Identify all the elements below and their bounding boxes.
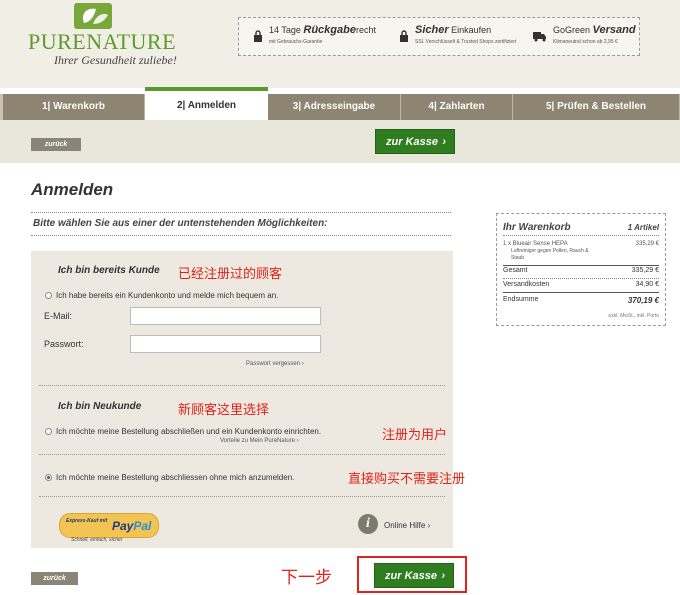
cart-tax-note: exkl. MwSt., inkl. Porto [608, 313, 659, 319]
new-customer-heading: Ich bin Neukunde [58, 401, 142, 412]
existing-customer-heading: Ich bin bereits Kunde [58, 265, 160, 276]
radio-icon[interactable] [45, 428, 52, 435]
email-label: E-Mail: [44, 311, 73, 321]
cart-summary: Ihr Warenkorb 1 Artikel 1 x Blueair Sens… [496, 213, 666, 326]
password-label: Passwort: [44, 339, 84, 349]
logo-text[interactable]: PURENATURE [28, 29, 176, 55]
back-button-bottom[interactable]: zurück [31, 572, 78, 585]
tab-pruefen-bestellen[interactable]: 5| Prüfen & Bestellen [513, 94, 680, 120]
lock-icon [254, 30, 262, 42]
radio-guest[interactable]: Ich möchte meine Bestellung abschliessen… [45, 473, 294, 482]
online-help-link[interactable]: Online Hilfe › [384, 521, 430, 530]
section-divider [39, 454, 445, 455]
password-field[interactable] [130, 335, 321, 353]
tab-adresseingabe[interactable]: 3| Adresseingabe [268, 94, 401, 120]
login-options-panel: Ich bin bereits Kunde 已经注册过的顾客 Ich habe … [31, 251, 465, 548]
checkout-button-bottom[interactable]: zur Kasse › [374, 563, 454, 588]
cart-item-desc: Luftreiniger gegen Pollen, Rauch & Staub [511, 248, 589, 261]
instruction-text: Bitte wählen Sie aus einer der untensteh… [31, 212, 451, 236]
cart-row-versand: Versandkosten 34,90 € [503, 281, 659, 288]
forgot-password-link[interactable]: Passwort vergessen › [246, 361, 304, 367]
arrow-right-icon: › [441, 570, 445, 582]
tab-zahlarten[interactable]: 4| Zahlarten [401, 94, 513, 120]
trust-item-shipping: GoGreen Versand Klimaneutral schon ab 2,… [533, 24, 637, 52]
leaf-logo-icon[interactable] [74, 3, 112, 29]
annotation-next-step: 下一步 [281, 568, 332, 588]
radio-selected-icon[interactable] [45, 474, 52, 481]
cart-title: Ihr Warenkorb [503, 222, 571, 233]
lock-icon [400, 30, 408, 42]
back-button[interactable]: zurück [31, 138, 81, 151]
arrow-right-icon: › [442, 136, 446, 148]
advantages-link[interactable]: Vorteile zu Mein PureNature › [220, 438, 299, 444]
page-title: Anmelden [31, 180, 114, 199]
annotation-register: 注册为用户 [382, 428, 448, 443]
tab-anmelden[interactable]: 2| Anmelden [145, 87, 268, 120]
cart-row-gesamt: Gesamt 335,29 € [503, 267, 659, 274]
step-nav-bar: zurück zur Kasse › [0, 120, 680, 163]
cart-row-total: Endsumme 370,19 € [503, 296, 659, 305]
checkout-steps: 1| Warenkorb 2| Anmelden 3| Adresseingab… [0, 87, 680, 120]
radio-existing-customer[interactable]: Ich habe bereits ein Kundenkonto und mel… [45, 291, 278, 300]
cart-item-price: 335,29 € [635, 241, 659, 247]
paypal-logo: PayPal [112, 519, 152, 533]
email-field[interactable] [130, 307, 321, 325]
trust-bar: 14 Tage Rückgaberecht mit Gebrauchs-Gara… [238, 17, 640, 56]
truck-icon [533, 32, 546, 42]
trust-item-secure: Sicher Einkaufen SSL Verschlüsselt & Tru… [399, 24, 529, 52]
section-divider [39, 385, 445, 386]
annotation-existing: 已经注册过的顾客 [178, 267, 283, 282]
tab-warenkorb[interactable]: 1| Warenkorb [3, 94, 145, 120]
trust-item-return: 14 Tage Rückgaberecht mit Gebrauchs-Gara… [253, 24, 383, 52]
radio-icon[interactable] [45, 292, 52, 299]
radio-register[interactable]: Ich möchte meine Bestellung abschließen … [45, 427, 321, 436]
section-divider [39, 496, 445, 497]
tagline: Ihrer Gesundheit zuliebe! [54, 53, 177, 67]
paypal-express-button[interactable]: Express-Kauf mit PayPal [59, 513, 159, 538]
annotation-new-customer: 新顾客这里选择 [178, 403, 270, 418]
paypal-subtitle: Schnell, einfach, sicher [71, 537, 123, 543]
cart-count: 1 Artikel [627, 223, 659, 232]
annotation-guest: 直接购买不需要注册 [348, 472, 466, 487]
checkout-button-top[interactable]: zur Kasse › [375, 129, 455, 154]
site-header: PURENATURE Ihrer Gesundheit zuliebe! 14 … [0, 0, 680, 88]
info-icon[interactable]: i [358, 514, 378, 534]
